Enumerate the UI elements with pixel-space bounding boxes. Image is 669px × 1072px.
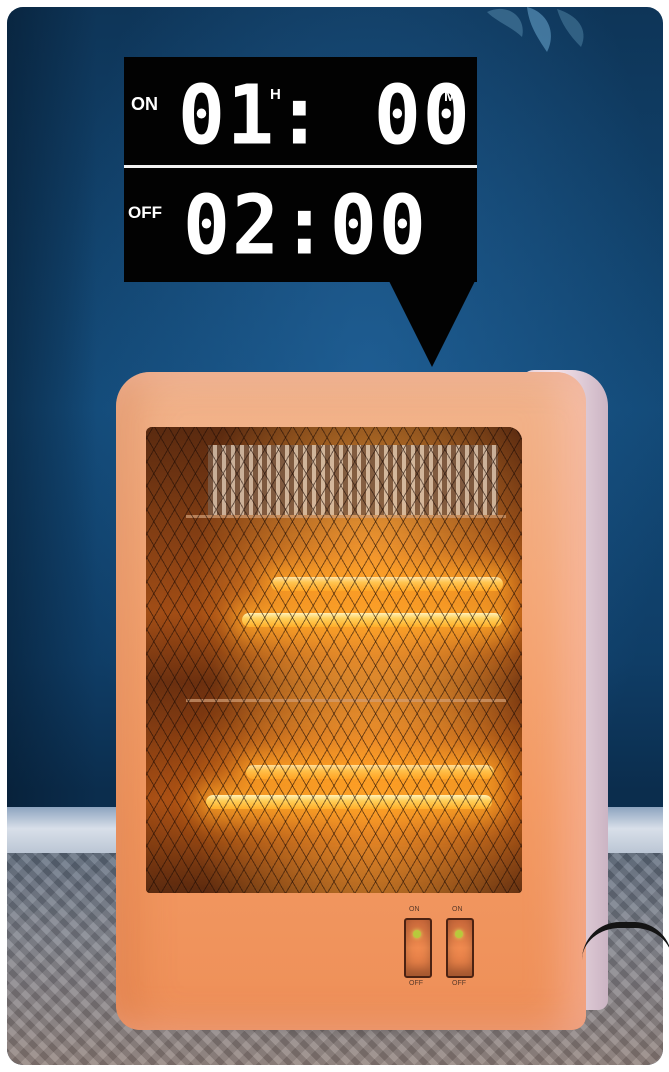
on-time-label: ON — [131, 94, 158, 114]
right-rocker-switch[interactable] — [446, 918, 474, 978]
hour-unit-label: H — [270, 86, 281, 103]
left-switch-on-label: ON — [409, 906, 420, 913]
minute-unit-label: M — [444, 88, 457, 105]
plant-leaves-icon — [487, 7, 584, 52]
heater-grille — [146, 427, 522, 893]
timer-callout-pointer — [389, 281, 475, 367]
protective-mesh — [146, 427, 522, 893]
curtain-shadow — [7, 7, 97, 827]
left-switch-off-label: OFF — [409, 980, 423, 987]
right-switch-off-label: OFF — [452, 980, 466, 987]
switch-indicator-icon — [413, 930, 421, 938]
switch-indicator-icon — [455, 930, 463, 938]
timer-divider — [124, 165, 477, 168]
off-time-value: 02:00 — [183, 178, 428, 274]
on-time-value: 01: 00 — [178, 68, 472, 164]
off-time-label: OFF — [128, 203, 162, 222]
right-switch-on-label: ON — [452, 906, 463, 913]
left-rocker-switch[interactable] — [404, 918, 432, 978]
